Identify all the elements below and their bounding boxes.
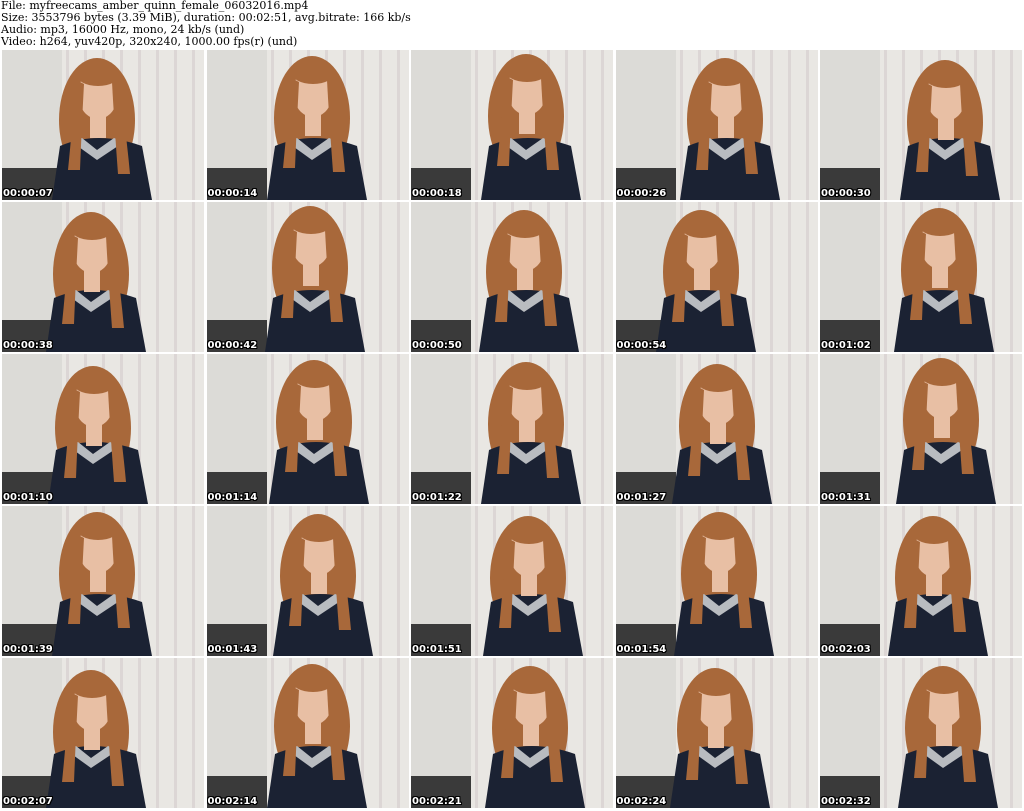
video-thumbnail: 00:00:54 (615, 202, 818, 352)
thumbnail-frame-image (206, 50, 409, 200)
video-thumbnail: 00:02:07 (2, 658, 204, 808)
thumbnail-timestamp: 00:00:38 (3, 340, 53, 351)
thumbnail-timestamp: 00:01:43 (207, 644, 258, 655)
video-thumbnail: 00:00:18 (411, 50, 613, 200)
video-thumbnail: 00:02:32 (820, 658, 1022, 808)
thumbnail-frame-image (615, 354, 818, 504)
video-thumbnail: 00:00:42 (206, 202, 409, 352)
thumbnail-frame-image (615, 658, 818, 808)
thumbnail-frame-image (615, 506, 818, 656)
thumbnail-timestamp: 00:01:22 (412, 492, 462, 503)
thumbnail-frame-image (820, 202, 1022, 352)
thumbnail-frame-image (411, 658, 613, 808)
thumbnail-timestamp: 00:01:10 (3, 492, 53, 503)
thumbnail-timestamp: 00:00:50 (412, 340, 462, 351)
thumbnail-timestamp: 00:01:27 (616, 492, 667, 503)
thumbnail-timestamp: 00:01:31 (821, 492, 871, 503)
thumbnail-frame-image (411, 354, 613, 504)
video-thumbnail: 00:02:24 (615, 658, 818, 808)
video-thumbnail: 00:00:14 (206, 50, 409, 200)
video-thumbnail: 00:01:02 (820, 202, 1022, 352)
thumbnail-frame-image (411, 202, 613, 352)
thumbnail-frame-image (411, 50, 613, 200)
thumbnail-timestamp: 00:01:02 (821, 340, 871, 351)
thumbnail-frame-image (206, 202, 409, 352)
video-thumbnail: 00:00:38 (2, 202, 204, 352)
video-thumbnail: 00:02:21 (411, 658, 613, 808)
thumbnail-frame-image (820, 354, 1022, 504)
thumbnail-timestamp: 00:02:24 (616, 796, 667, 807)
video-thumbnail: 00:00:07 (2, 50, 204, 200)
thumbnail-timestamp: 00:00:26 (616, 188, 667, 199)
thumbnail-timestamp: 00:01:51 (412, 644, 462, 655)
thumbnail-frame-image (206, 506, 409, 656)
thumbnail-frame-image (2, 658, 204, 808)
video-thumbnail: 00:01:10 (2, 354, 204, 504)
video-thumbnail: 00:01:14 (206, 354, 409, 504)
thumbnail-frame-image (820, 658, 1022, 808)
video-info-line: Video: h264, yuv420p, 320x240, 1000.00 f… (1, 35, 298, 48)
thumbnail-grid: 00:00:07 00:00:14 00:00:18 00:00:26 00:00:30… (2, 50, 1022, 809)
file-info-header: File: myfreecams_amber_quinn_female_0603… (0, 0, 1024, 50)
video-thumbnail: 00:01:43 (206, 506, 409, 656)
thumbnail-frame-image (411, 506, 613, 656)
thumbnail-frame-image (2, 50, 204, 200)
thumbnail-timestamp: 00:01:54 (616, 644, 667, 655)
thumbnail-timestamp: 00:00:07 (3, 188, 53, 199)
thumbnail-timestamp: 00:02:03 (821, 644, 871, 655)
thumbnail-timestamp: 00:00:14 (207, 188, 258, 199)
thumbnail-frame-image (206, 354, 409, 504)
video-thumbnail: 00:02:14 (206, 658, 409, 808)
video-thumbnail: 00:01:31 (820, 354, 1022, 504)
thumbnail-frame-image (2, 506, 204, 656)
thumbnail-timestamp: 00:02:32 (821, 796, 871, 807)
thumbnail-frame-image (2, 354, 204, 504)
thumbnail-frame-image (615, 50, 818, 200)
thumbnail-frame-image (820, 506, 1022, 656)
thumbnail-timestamp: 00:00:54 (616, 340, 667, 351)
thumbnail-timestamp: 00:01:14 (207, 492, 258, 503)
video-thumbnail: 00:00:30 (820, 50, 1022, 200)
video-thumbnail: 00:00:50 (411, 202, 613, 352)
thumbnail-timestamp: 00:02:21 (412, 796, 462, 807)
thumbnail-frame-image (615, 202, 818, 352)
video-thumbnail: 00:01:27 (615, 354, 818, 504)
thumbnail-timestamp: 00:02:07 (3, 796, 53, 807)
thumbnail-timestamp: 00:00:42 (207, 340, 258, 351)
thumbnail-frame-image (206, 658, 409, 808)
video-thumbnail: 00:01:54 (615, 506, 818, 656)
thumbnail-timestamp: 00:00:18 (412, 188, 462, 199)
thumbnail-timestamp: 00:02:14 (207, 796, 258, 807)
video-thumbnail: 00:00:26 (615, 50, 818, 200)
thumbnail-frame-image (2, 202, 204, 352)
thumbnail-timestamp: 00:01:39 (3, 644, 53, 655)
thumbnail-frame-image (820, 50, 1022, 200)
video-thumbnail: 00:01:39 (2, 506, 204, 656)
thumbnail-timestamp: 00:00:30 (821, 188, 871, 199)
video-thumbnail: 00:01:22 (411, 354, 613, 504)
video-thumbnail: 00:01:51 (411, 506, 613, 656)
video-thumbnail: 00:02:03 (820, 506, 1022, 656)
